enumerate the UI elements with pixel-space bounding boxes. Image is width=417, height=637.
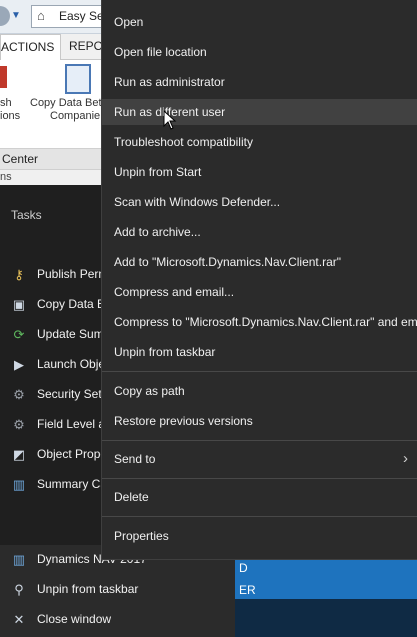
menu-separator bbox=[102, 371, 417, 372]
chevron-down-icon[interactable]: ▼ bbox=[11, 10, 21, 21]
ribbon-button-label[interactable]: ions bbox=[0, 110, 20, 122]
menu-item-label: Scan with Windows Defender... bbox=[114, 195, 281, 209]
menu-item-open-file-location[interactable]: Open file location bbox=[102, 39, 417, 65]
menu-item-unpin-from-taskbar[interactable]: Unpin from taskbar bbox=[102, 339, 417, 365]
menu-item-label: Open bbox=[114, 15, 144, 29]
page-title: Center bbox=[2, 152, 39, 166]
jumplist-item-label: Unpin from taskbar bbox=[37, 582, 139, 596]
menu-item-label: Compress and email... bbox=[114, 285, 235, 299]
menu-item-properties[interactable]: Properties bbox=[102, 523, 417, 549]
key-icon: ⚷ bbox=[14, 267, 24, 282]
menu-item-compress-and-email[interactable]: Compress and email... bbox=[102, 279, 417, 305]
ribbon-button-label[interactable]: Copy Data Betw bbox=[30, 97, 109, 109]
menu-separator bbox=[102, 516, 417, 517]
jumplist-task-label: Security Setu bbox=[37, 387, 109, 401]
menu-item-label: Properties bbox=[114, 529, 169, 543]
dynamics-nav-icon: ▥ bbox=[12, 552, 26, 567]
back-button[interactable] bbox=[0, 6, 10, 26]
background-blue-panel bbox=[235, 557, 417, 599]
menu-item-scan-defender[interactable]: Scan with Windows Defender... bbox=[102, 189, 417, 215]
chevron-right-icon: › bbox=[403, 450, 408, 467]
object-properties-icon: ◩ bbox=[12, 447, 26, 462]
ribbon-button-label[interactable]: Companie bbox=[50, 110, 100, 122]
menu-item-run-as-administrator[interactable]: Run as administrator bbox=[102, 69, 417, 95]
menu-item-copy-as-path[interactable]: Copy as path bbox=[102, 378, 417, 404]
menu-separator bbox=[102, 478, 417, 479]
menu-item-restore-previous-versions[interactable]: Restore previous versions bbox=[102, 408, 417, 434]
menu-separator bbox=[102, 440, 417, 441]
menu-item-run-as-different-user[interactable]: Run as different user bbox=[102, 99, 417, 125]
menu-item-compress-to-rar-and-email[interactable]: Compress to "Microsoft.Dynamics.Nav.Clie… bbox=[102, 309, 417, 335]
menu-item-label: Troubleshoot compatibility bbox=[114, 135, 253, 149]
jumplist-task-label: Launch Objec bbox=[37, 357, 112, 371]
sub-header-text: ns bbox=[0, 171, 12, 183]
menu-item-label: Compress to "Microsoft.Dynamics.Nav.Clie… bbox=[114, 315, 417, 329]
close-icon: ✕ bbox=[13, 612, 25, 627]
tab-actions[interactable]: ACTIONS bbox=[0, 34, 62, 60]
publish-icon bbox=[0, 66, 7, 88]
menu-item-send-to[interactable]: Send to › bbox=[102, 446, 417, 472]
jumplist-unpin[interactable]: ⚲ Unpin from taskbar bbox=[0, 575, 240, 605]
menu-item-troubleshoot-compatibility[interactable]: Troubleshoot compatibility bbox=[102, 129, 417, 155]
menu-item-label: Copy as path bbox=[114, 384, 185, 398]
menu-item-add-to-rar[interactable]: Add to "Microsoft.Dynamics.Nav.Client.ra… bbox=[102, 249, 417, 275]
menu-item-add-to-archive[interactable]: Add to archive... bbox=[102, 219, 417, 245]
jumplist-item-label: Close window bbox=[37, 612, 112, 626]
menu-item-label: Run as administrator bbox=[114, 75, 225, 89]
menu-item-label: Open file location bbox=[114, 45, 207, 59]
menu-item-open[interactable]: Open bbox=[102, 9, 417, 35]
copy-data-icon[interactable] bbox=[65, 64, 91, 94]
jumplist-task-label: Object Prope bbox=[37, 447, 108, 461]
chart-icon: ▥ bbox=[12, 477, 26, 492]
menu-item-label: Unpin from Start bbox=[114, 165, 202, 179]
context-menu: Open Open file location Run as administr… bbox=[101, 0, 417, 560]
unpin-icon: ⚲ bbox=[14, 582, 24, 597]
jumplist-task-label: Summary Ca bbox=[37, 477, 108, 491]
menu-item-unpin-from-start[interactable]: Unpin from Start bbox=[102, 159, 417, 185]
menu-item-label: Unpin from taskbar bbox=[114, 345, 216, 359]
gears-icon: ⚙ bbox=[13, 417, 25, 432]
background-dark-panel bbox=[235, 599, 417, 637]
gears-icon: ⚙ bbox=[13, 387, 25, 402]
refresh-icon: ⟳ bbox=[13, 327, 25, 342]
jumplist-task-label: Publish Perm bbox=[37, 267, 109, 281]
background-text: ER bbox=[239, 583, 256, 597]
jumplist-close-window[interactable]: ✕ Close window bbox=[0, 605, 240, 635]
menu-item-label: Add to archive... bbox=[114, 225, 201, 239]
tasks-header: Tasks bbox=[11, 208, 42, 222]
copy-data-icon: ▣ bbox=[12, 297, 26, 312]
menu-item-delete[interactable]: Delete bbox=[102, 484, 417, 510]
home-icon: ⌂ bbox=[37, 8, 45, 23]
play-icon: ▶ bbox=[14, 357, 24, 372]
background-text: D bbox=[239, 561, 248, 575]
menu-item-label: Restore previous versions bbox=[114, 414, 253, 428]
menu-item-label: Send to bbox=[114, 452, 156, 466]
ribbon-button-label[interactable]: sh bbox=[0, 97, 12, 109]
menu-item-label: Delete bbox=[114, 490, 149, 504]
menu-item-label: Add to "Microsoft.Dynamics.Nav.Client.ra… bbox=[114, 255, 342, 269]
